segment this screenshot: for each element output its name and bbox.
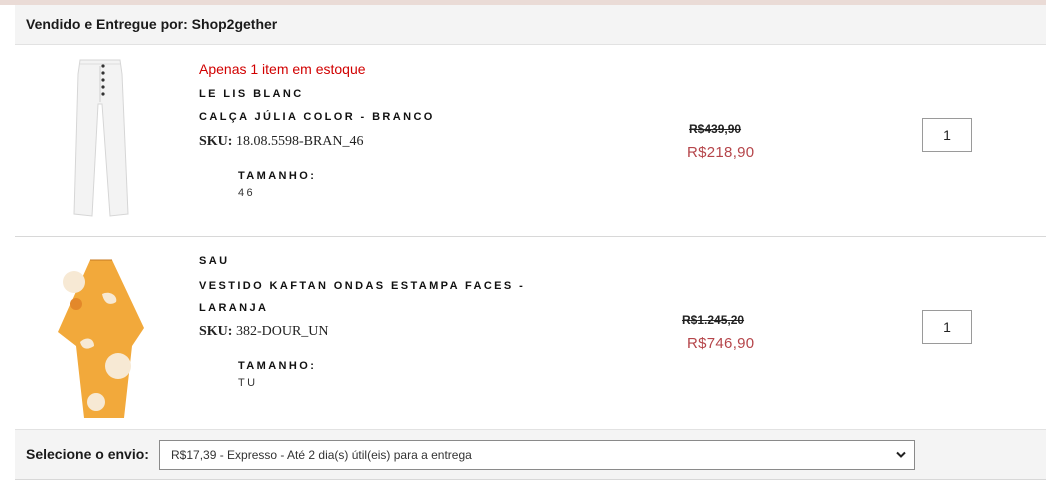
- cart-item: SAU VESTIDO KAFTAN ONDAS ESTAMPA FACES -…: [15, 238, 1046, 428]
- shipping-selected-option: R$17,39 - Expresso - Até 2 dia(s) útil(e…: [171, 448, 472, 462]
- size-label: TAMANHO:: [238, 170, 317, 182]
- product-name[interactable]: VESTIDO KAFTAN ONDAS ESTAMPA FACES - LAR…: [199, 275, 539, 319]
- product-brand: LE LIS BLANC: [199, 88, 304, 100]
- shipping-label: Selecione o envio:: [26, 446, 149, 462]
- sku-value: 382-DOUR_UN: [235, 324, 329, 339]
- size-value: 46: [238, 187, 256, 199]
- product-name[interactable]: CALÇA JÚLIA COLOR - BRANCO: [199, 106, 539, 128]
- size-value: TU: [238, 377, 258, 389]
- seller-label: Vendido e Entregue por: Shop2gether: [26, 16, 278, 32]
- chevron-down-icon: [896, 451, 906, 458]
- sale-price: R$218,90: [687, 144, 755, 161]
- product-image[interactable]: [40, 246, 160, 418]
- product-sku: SKU: 382-DOUR_UN: [199, 324, 329, 340]
- size-label: TAMANHO:: [238, 360, 317, 372]
- cart-item: Apenas 1 item em estoque LE LIS BLANC CA…: [15, 46, 1046, 237]
- stock-warning: Apenas 1 item em estoque: [199, 61, 366, 77]
- quantity-input[interactable]: 1: [922, 118, 972, 152]
- shipping-select[interactable]: R$17,39 - Expresso - Até 2 dia(s) útil(e…: [159, 440, 915, 470]
- original-price: R$439,90: [689, 122, 742, 136]
- original-price: R$1.245,20: [682, 313, 745, 327]
- white-pants-icon: [40, 54, 160, 226]
- sku-label: SKU:: [199, 324, 233, 339]
- orange-kaftan-icon: [40, 246, 160, 418]
- product-image[interactable]: [40, 54, 160, 226]
- quantity-input[interactable]: 1: [922, 310, 972, 344]
- product-brand: SAU: [199, 255, 230, 267]
- sku-label: SKU:: [199, 134, 233, 149]
- sale-price: R$746,90: [687, 335, 755, 352]
- shipping-section: Selecione o envio: R$17,39 - Expresso - …: [15, 429, 1046, 480]
- seller-header: Vendido e Entregue por: Shop2gether: [15, 5, 1046, 45]
- product-sku: SKU: 18.08.5598-BRAN_46: [199, 134, 364, 150]
- sku-value: 18.08.5598-BRAN_46: [235, 134, 364, 149]
